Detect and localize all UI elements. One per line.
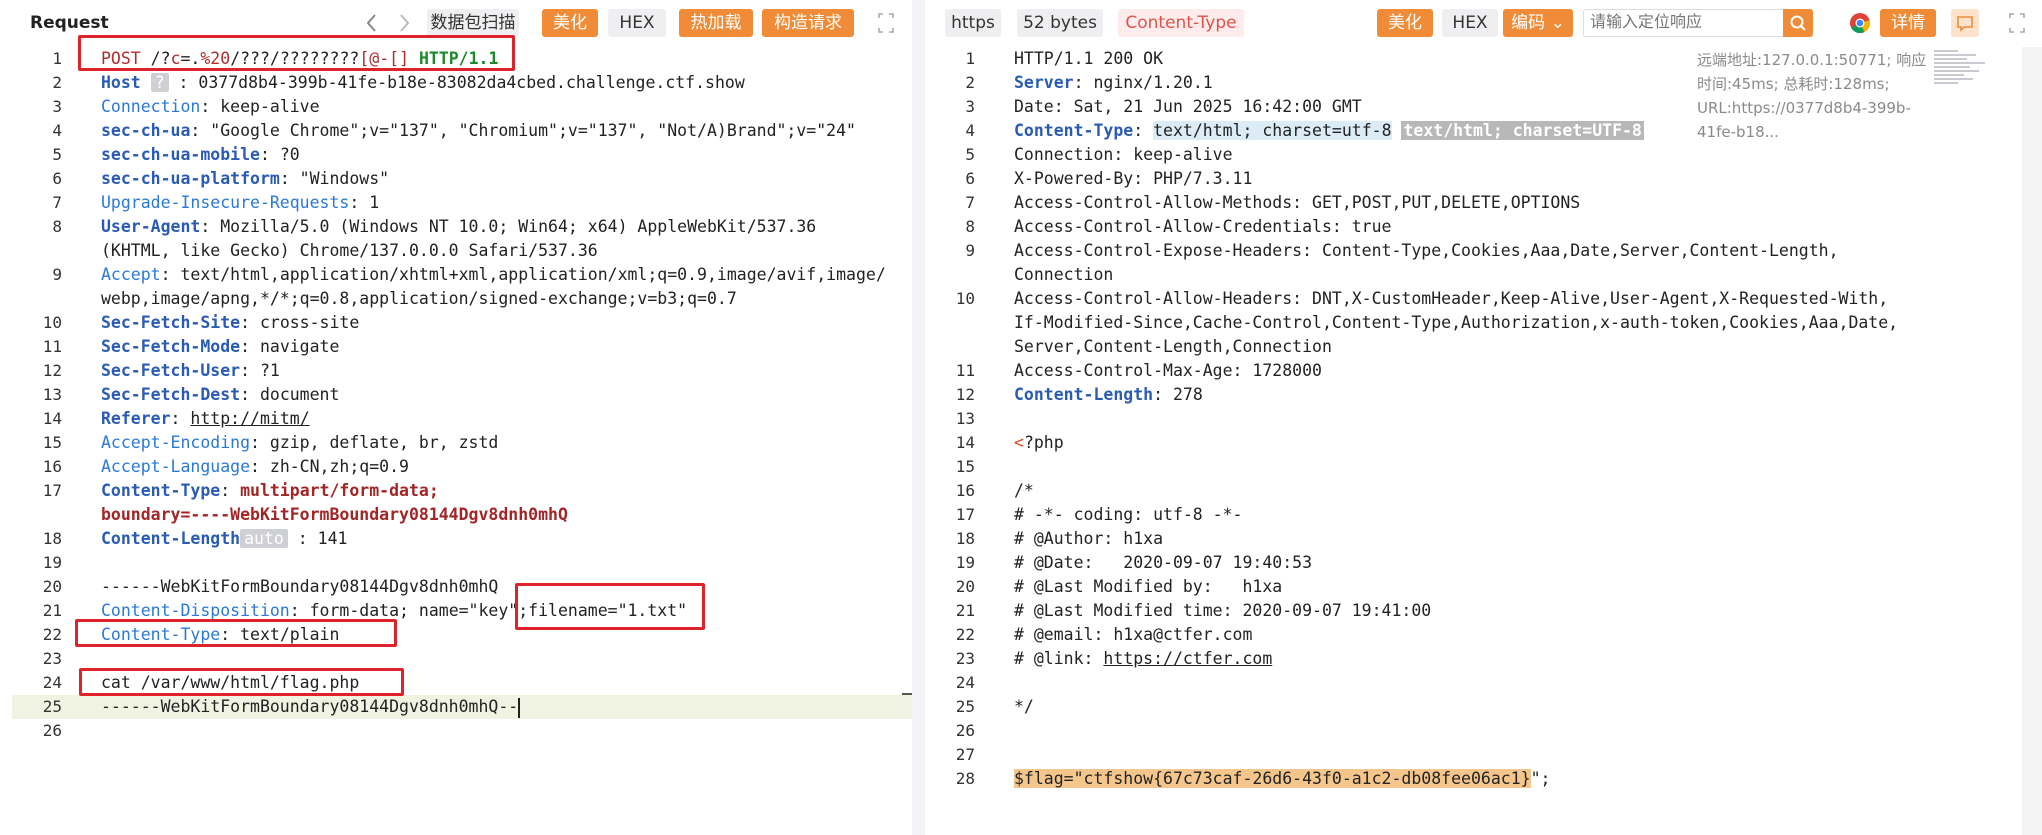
code-line: 25 */ xyxy=(955,697,1034,716)
code-line: 13 xyxy=(955,409,975,428)
code-line: 6 X-Powered-By: PHP/7.3.11 xyxy=(965,169,1253,188)
hex-button[interactable]: HEX xyxy=(608,9,666,37)
code-line: 14 <?php xyxy=(955,433,1064,452)
code-line: 24 xyxy=(955,673,975,692)
code-line: 15 Accept-Encoding: gzip, deflate, br, zs… xyxy=(42,433,499,452)
hot-load-button[interactable]: 热加载 xyxy=(679,9,753,37)
code-line: Server,Content-Length,Connection xyxy=(1014,337,1332,356)
code-line: webp,image/apng,*/*;q=0.8,application/si… xyxy=(101,289,737,308)
code-line: (KHTML, like Gecko) Chrome/137.0.0.0 Saf… xyxy=(101,241,598,260)
code-line: 2 Host ? : 0377d8b4-399b-41fe-b18e-83082d… xyxy=(52,73,745,92)
code-line: 13 Sec-Fetch-Dest: document xyxy=(42,385,340,404)
request-title: Request xyxy=(30,13,109,33)
response-scrollbar[interactable] xyxy=(2022,47,2042,835)
code-line: 3 Date: Sat, 21 Jun 2025 16:42:00 GMT xyxy=(965,97,1362,116)
expand-icon[interactable] xyxy=(874,9,898,37)
code-line: 10 Access-Control-Allow-Headers: DNT,X-Cu… xyxy=(955,289,1889,308)
scheme-badge: https xyxy=(945,9,1001,37)
code-line: 10 Sec-Fetch-Site: cross-site xyxy=(42,313,360,332)
code-line: 22 # @email: h1xa@ctfer.com xyxy=(955,625,1253,644)
code-line: 9 Accept: text/html,application/xhtml+xml… xyxy=(52,265,886,284)
annotation-box-request-line xyxy=(78,35,515,71)
code-line: 5 Connection: keep-alive xyxy=(965,145,1233,164)
pane-splitter[interactable] xyxy=(912,0,925,835)
code-line: 17 Content-Type: multipart/form-data; xyxy=(42,481,439,500)
response-search-input[interactable] xyxy=(1588,12,1778,34)
response-search-box xyxy=(1583,9,1813,37)
beautify-button[interactable]: 美化 xyxy=(542,9,598,37)
code-line: 2 Server: nginx/1.20.1 xyxy=(965,73,1213,92)
code-line: 8 User-Agent: Mozilla/5.0 (Windows NT 10.… xyxy=(52,217,817,236)
code-line: If-Modified-Since,Cache-Control,Content-… xyxy=(1014,313,1899,332)
response-expand-icon[interactable] xyxy=(2005,9,2029,37)
chevron-right-icon[interactable] xyxy=(394,9,414,37)
code-line: 5 sec-ch-ua-mobile: ?0 xyxy=(52,145,300,164)
code-line: 18 # @Author: h1xa xyxy=(955,529,1164,548)
code-line: 26 xyxy=(42,721,62,740)
content-type-badge[interactable]: Content-Type xyxy=(1118,9,1244,37)
code-line: 15 xyxy=(955,457,975,476)
code-line: 8 Access-Control-Allow-Credentials: true xyxy=(965,217,1392,236)
annotation-box-command xyxy=(79,668,404,696)
build-request-button[interactable]: 构造请求 xyxy=(762,9,854,37)
response-viewer[interactable]: 1 HTTP/1.1 200 OK 2 Server: nginx/1.20.1 3… xyxy=(925,47,2042,791)
code-line: 4 Content-Type: text/html; charset=utf-8 … xyxy=(965,121,1644,140)
code-line: 17 # -*- coding: utf-8 -*- xyxy=(955,505,1243,524)
packet-scan-button[interactable]: 数据包扫描 xyxy=(427,9,519,37)
code-line: 7 Access-Control-Allow-Methods: GET,POST,… xyxy=(965,193,1581,212)
text-cursor xyxy=(518,697,521,718)
code-line: 18 Content-Length auto : 141 xyxy=(42,529,348,548)
code-line: 4 sec-ch-ua: "Google Chrome";v="137", "Ch… xyxy=(52,121,856,140)
code-line: 19 # @Date: 2020-09-07 19:40:53 xyxy=(955,553,1313,572)
code-line: 20 ------WebKitFormBoundary08144Dgv8dnh0m… xyxy=(42,577,499,596)
code-line: 6 sec-ch-ua-platform: "Windows" xyxy=(52,169,390,188)
scroll-marker xyxy=(902,693,912,695)
code-line: 20 # @Last Modified by: h1xa xyxy=(955,577,1283,596)
details-button[interactable]: 详情 xyxy=(1880,9,1936,37)
chevron-down-icon: ⌄ xyxy=(1550,13,1565,33)
response-pane: https 52 bytes Content-Type 美化 HEX 编码 ⌄ … xyxy=(925,0,2042,835)
encoding-label: 编码 xyxy=(1511,13,1546,33)
code-line: 19 xyxy=(42,553,62,572)
code-line: 14 Referer: http://mitm/ xyxy=(42,409,310,428)
response-beautify-button[interactable]: 美化 xyxy=(1377,9,1433,37)
code-line: 7 Upgrade-Insecure-Requests: 1 xyxy=(52,193,380,212)
code-line: 11 Access-Control-Max-Age: 1728000 xyxy=(955,361,1322,380)
code-line: 27 xyxy=(955,745,975,764)
code-line: 28 $flag="ctfshow{67c73caf-26d6-43f0-a1c2… xyxy=(925,767,2042,791)
code-line: 11 Sec-Fetch-Mode: navigate xyxy=(42,337,340,356)
request-pane: Request 数据包扫描 美化 HEX 热加载 构造请求 1 POST /?c=… xyxy=(12,0,912,835)
size-badge: 52 bytes xyxy=(1017,9,1103,37)
code-line: 1 HTTP/1.1 200 OK xyxy=(965,49,1164,68)
chevron-left-icon[interactable] xyxy=(362,9,382,37)
code-line: boundary=----WebKitFormBoundary08144Dgv8… xyxy=(101,505,568,524)
encoding-dropdown[interactable]: 编码 ⌄ xyxy=(1503,9,1573,37)
search-icon[interactable] xyxy=(1783,9,1813,37)
code-line: 3 Connection: keep-alive xyxy=(52,97,320,116)
comment-icon[interactable] xyxy=(1951,9,1979,37)
code-line: 9 Access-Control-Expose-Headers: Content-… xyxy=(965,241,1839,260)
flag-line: $flag="ctfshow{67c73caf-26d6-43f0-a1c2-d… xyxy=(1014,769,1551,788)
annotation-box-content-type xyxy=(75,619,397,647)
code-line: 21 # @Last Modified time: 2020-09-07 19:4… xyxy=(955,601,1432,620)
code-line: 23 # @link: https://ctfer.com xyxy=(955,649,1273,668)
code-line: Connection xyxy=(1014,265,1114,284)
response-hex-button[interactable]: HEX xyxy=(1442,9,1498,37)
code-line: 12 Content-Length: 278 xyxy=(955,385,1203,404)
code-line: 16 Accept-Language: zh-CN,zh;q=0.9 xyxy=(42,457,409,476)
annotation-box-filename xyxy=(515,583,705,630)
code-line: 16/* xyxy=(955,481,1034,500)
code-line: 26 xyxy=(955,721,975,740)
code-line-current: 25 ------WebKitFormBoundary08144Dgv8dnh0m… xyxy=(12,695,912,719)
code-line: 12 Sec-Fetch-User: ?1 xyxy=(42,361,280,380)
response-toolbar: https 52 bytes Content-Type 美化 HEX 编码 ⌄ … xyxy=(925,0,2042,46)
chrome-icon[interactable] xyxy=(1849,12,1871,34)
